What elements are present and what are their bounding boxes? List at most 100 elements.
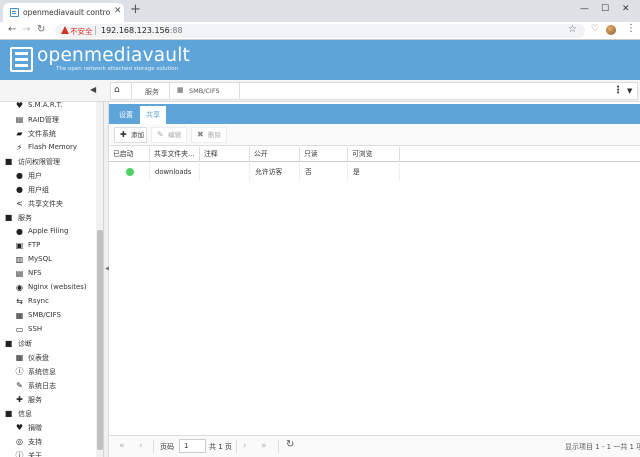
url-port: :88 [169, 26, 183, 35]
table-row[interactable]: downloads 允许访客 否 是 [109, 163, 640, 181]
sidebar-category-8[interactable]: ■ 服务 [0, 211, 96, 225]
sidebar-category-4[interactable]: ■ 访问权限管理 [0, 155, 96, 169]
dashboard-icon: ▦ [15, 353, 24, 362]
ftp-icon: ▣ [15, 241, 24, 250]
add-button[interactable]: ✚ 添加 [114, 127, 147, 143]
chevron-down-icon[interactable]: ▼ [627, 87, 632, 95]
sidebar-item-20[interactable]: ✎ 系统日志 [0, 379, 96, 393]
column-header-readonly[interactable]: 只读 [300, 147, 348, 162]
prev-page-icon[interactable]: ‹ [139, 440, 143, 452]
smb-icon: ▦ [15, 311, 24, 320]
sidebar-scrollbar[interactable] [96, 102, 103, 457]
sidebar-item-5[interactable]: ● 用户 [0, 169, 96, 183]
sidebar-item-label: RAID管理 [28, 116, 59, 124]
hdd-icon: ▤ [15, 115, 24, 124]
sidebar-item-21[interactable]: ✚ 服务 [0, 393, 96, 407]
next-page-icon[interactable]: › [243, 440, 247, 452]
reload-icon[interactable]: ↻ [37, 24, 45, 36]
breadcrumb-divider [131, 83, 132, 99]
address-bar[interactable]: 不安全 192.168.123.156:88 ☆ [55, 24, 585, 38]
browser-menu-icon[interactable]: ⋮ [626, 23, 636, 34]
bookmark-star-icon[interactable]: ☆ [568, 24, 577, 35]
column-header-shared-folder[interactable]: 共享文件夹... [150, 147, 200, 162]
page-count-label: 共 1 页 [209, 443, 232, 451]
new-tab-button[interactable]: + [130, 3, 141, 17]
action-toolbar: ✚ 添加 ✎ 编辑 ✖ 删除 [109, 124, 640, 146]
sidebar-item-label: 访问权限管理 [18, 158, 60, 166]
sidebar: ♥ S.M.A.R.T. ▤ RAID管理 ▰ 文件系统 ⚡ Flash Memory ■ 访问权… [0, 102, 104, 457]
column-header-comment[interactable]: 注释 [200, 147, 250, 162]
pager-divider [153, 440, 154, 453]
column-header-browseable[interactable]: 可浏览 [348, 147, 400, 162]
sidebar-item-3[interactable]: ⚡ Flash Memory [0, 141, 96, 155]
column-header-enabled[interactable]: 已启动 [109, 147, 150, 162]
sidebar-item-19[interactable]: ⓘ 系统信息 [0, 365, 96, 379]
sidebar-item-label: NFS [28, 269, 42, 277]
sidebar-item-9[interactable]: ● Apple Filing [0, 225, 96, 239]
times-icon: ✖ [197, 130, 204, 139]
sidebar-item-12[interactable]: ▤ NFS [0, 267, 96, 281]
minimize-icon[interactable]: — [580, 4, 589, 14]
sidebar-category-22[interactable]: ■ 信息 [0, 407, 96, 421]
sidebar-item-13[interactable]: ◉ Nginx (websites) [0, 281, 96, 295]
sidebar-item-10[interactable]: ▣ FTP [0, 239, 96, 253]
sidebar-item-23[interactable]: ♥ 捐赠 [0, 421, 96, 435]
sidebar-category-17[interactable]: ■ 诊断 [0, 337, 96, 351]
cell-shared-folder: downloads [150, 163, 200, 181]
sidebar-item-1[interactable]: ▤ RAID管理 [0, 113, 96, 127]
first-page-icon[interactable]: « [119, 440, 125, 452]
sidebar-item-25[interactable]: ⓘ 关于 [0, 449, 96, 457]
refresh-icon[interactable]: ↻ [286, 439, 294, 450]
collapse-sidebar-icon[interactable]: ◀ [90, 85, 96, 94]
breadcrumb-item-services[interactable]: 服务 [145, 87, 159, 97]
extension-heart-icon[interactable]: ♡ [591, 24, 599, 34]
delete-button[interactable]: ✖ 删除 [191, 127, 227, 143]
sidebar-item-label: 服务 [18, 214, 32, 222]
sidebar-item-0[interactable]: ♥ S.M.A.R.T. [0, 102, 96, 113]
paging-toolbar: « ‹ 页码 1 共 1 页 › » ↻ 显示项目 1 - 1 一共 1 项 [109, 435, 640, 457]
sidebar-item-label: FTP [28, 241, 41, 249]
logo-tagline: The open network attached storage soluti… [56, 66, 179, 72]
sidebar-item-7[interactable]: < 共享文件夹 [0, 197, 96, 211]
breadcrumb-item-smb[interactable]: SMB/CIFS [189, 87, 220, 95]
tab-settings[interactable]: 设置 [113, 106, 139, 124]
sidebar-item-11[interactable]: ▥ MySQL [0, 253, 96, 267]
url-separator [95, 26, 96, 35]
edit-button[interactable]: ✎ 编辑 [151, 127, 187, 143]
folder-icon: ▰ [16, 129, 23, 138]
sidebar-item-18[interactable]: ▦ 仪表盘 [0, 351, 96, 365]
sidebar-item-15[interactable]: ▦ SMB/CIFS [0, 309, 96, 323]
omv-logo-icon [10, 47, 33, 72]
sidebar-item-16[interactable]: ▭ SSH [0, 323, 96, 337]
globe-icon: ◉ [16, 283, 23, 292]
sidebar-item-14[interactable]: ⇆ Rsync [0, 295, 96, 309]
browser-tab[interactable]: openmediavault control panel ✕ [3, 3, 124, 22]
sidebar-item-label: 捐赠 [28, 424, 42, 432]
cell-comment [200, 163, 250, 181]
window-close-icon[interactable]: ✕ [622, 4, 630, 14]
rsync-icon: ⇆ [16, 297, 23, 306]
forward-icon[interactable]: → [22, 24, 30, 36]
sidebar-item-2[interactable]: ▰ 文件系统 [0, 127, 96, 141]
home-icon[interactable]: ⌂ [114, 85, 120, 95]
profile-avatar[interactable] [606, 25, 616, 35]
diagnostics-icon: ■ [4, 339, 13, 348]
breadcrumb-toolbar: ◀ ⌂ 服务 ▦ SMB/CIFS ⋮ ▼ [0, 80, 640, 102]
sidebar-item-24[interactable]: ◎ 支持 [0, 435, 96, 449]
scrollbar-thumb[interactable] [97, 230, 103, 450]
apple-icon: ● [16, 227, 23, 236]
main-panel: 设置 共享 ✚ 添加 ✎ 编辑 ✖ 删除 已启动 共享文件夹... 注释 公开 … [109, 102, 640, 457]
maximize-icon[interactable]: ☐ [601, 4, 609, 14]
back-icon[interactable]: ← [8, 24, 16, 36]
close-tab-icon[interactable]: ✕ [114, 6, 122, 16]
sidebar-item-6[interactable]: ● 用户组 [0, 183, 96, 197]
delete-label: 删除 [208, 131, 221, 139]
last-page-icon[interactable]: » [261, 440, 267, 452]
sidebar-item-label: 信息 [18, 410, 32, 418]
column-header-public[interactable]: 公开 [250, 147, 300, 162]
page-number-input[interactable]: 1 [179, 439, 206, 453]
more-menu-icon[interactable]: ⋮ [613, 85, 623, 96]
sidebar-item-label: 用户 [28, 172, 42, 180]
donate-icon: ♥ [15, 423, 24, 432]
tab-shares[interactable]: 共享 [140, 106, 166, 124]
